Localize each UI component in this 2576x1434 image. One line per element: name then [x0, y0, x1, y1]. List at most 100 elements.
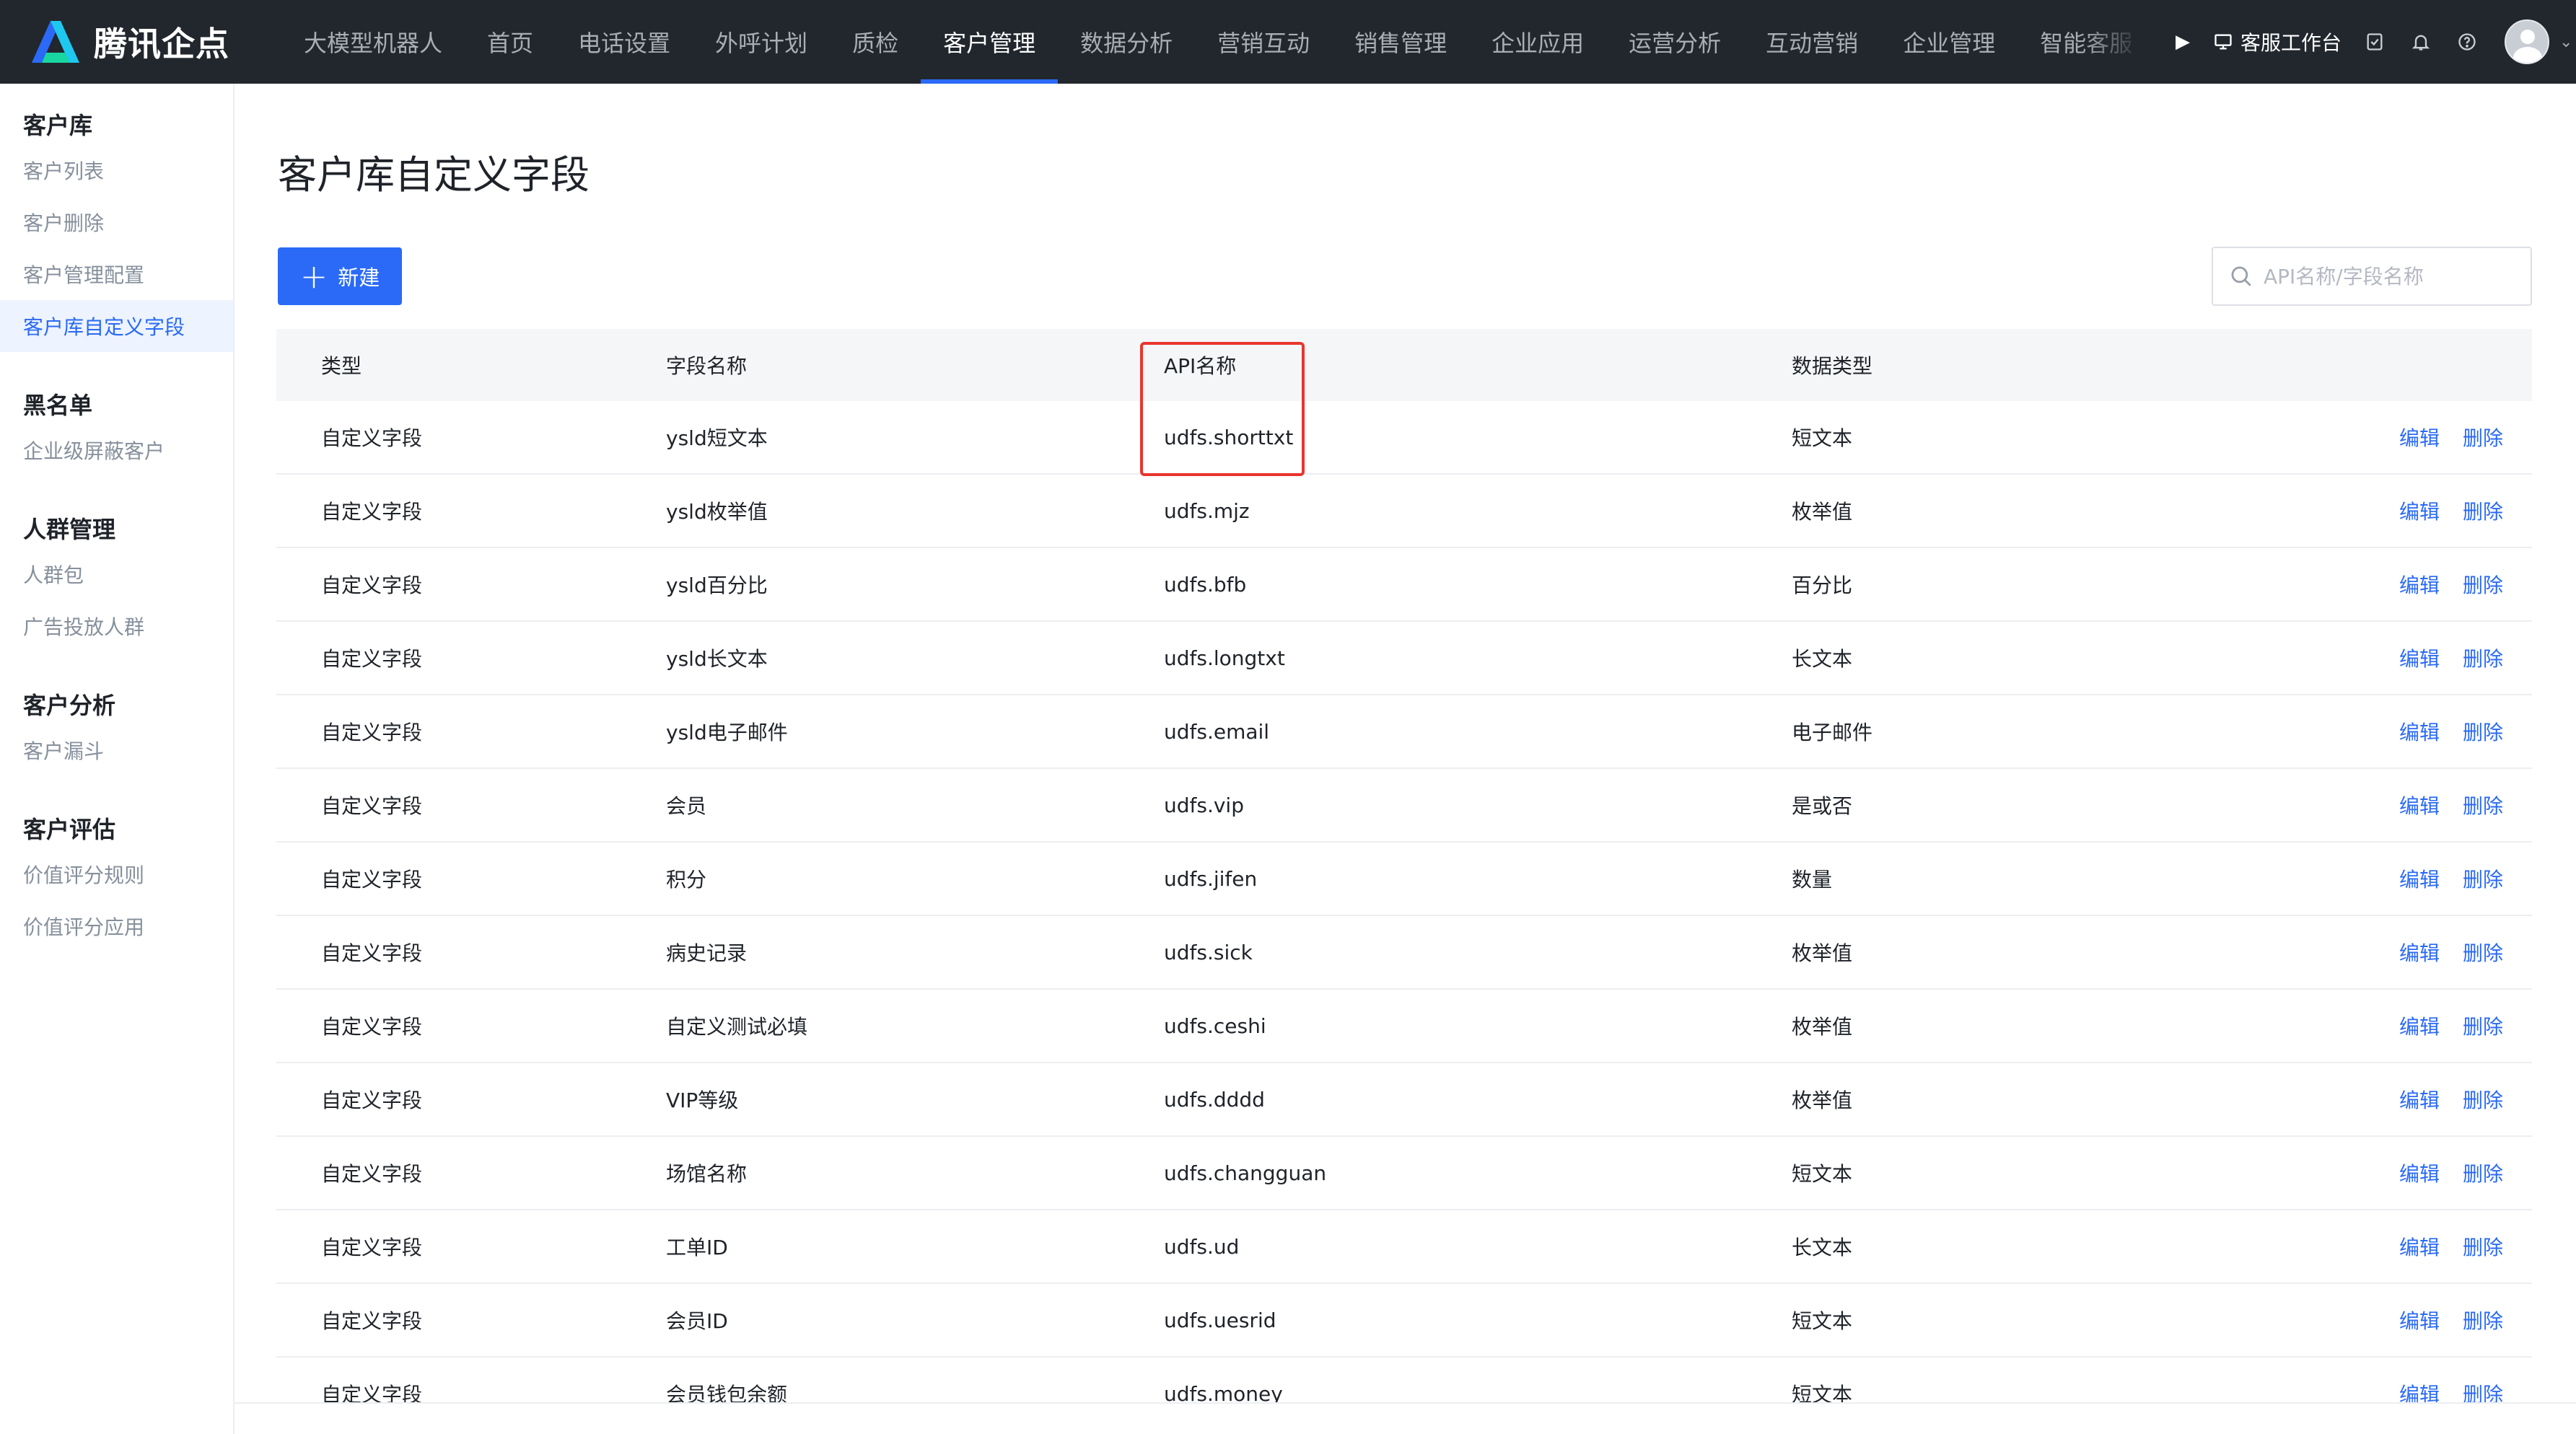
delete-link[interactable]: 删除: [2463, 1158, 2503, 1187]
edit-link[interactable]: 编辑: [2399, 791, 2440, 819]
cell-api-name: udfs.sick: [1164, 940, 1253, 964]
cell-field-name: 工单ID: [666, 1236, 728, 1259]
table-row: 自定义字段 ysld枚举值 udfs.mjz 枚举值 编辑 删除: [276, 475, 2532, 548]
cell-api-name: udfs.ceshi: [1164, 1013, 1266, 1038]
delete-link[interactable]: 删除: [2463, 1011, 2503, 1040]
nav-item-5[interactable]: 客户管理: [921, 0, 1059, 84]
brand-logo[interactable]: 腾讯企点: [0, 0, 281, 84]
row-actions: 编辑 删除: [2111, 643, 2532, 672]
workbench-link[interactable]: 客服工作台: [2213, 27, 2341, 56]
cell-field-name: 病史记录: [666, 941, 748, 965]
delete-link[interactable]: 删除: [2463, 791, 2503, 819]
plus-icon: +: [299, 257, 328, 296]
table-row: 自定义字段 ysld百分比 udfs.bfb 百分比 编辑 删除: [276, 548, 2532, 622]
delete-link[interactable]: 删除: [2463, 570, 2503, 599]
delete-link[interactable]: 删除: [2463, 864, 2503, 893]
edit-link[interactable]: 编辑: [2399, 717, 2440, 746]
sidebar-group-title-2: 人群管理: [23, 516, 116, 543]
bell-icon: [2411, 35, 2430, 50]
nav-item-2[interactable]: 电话设置: [556, 0, 693, 84]
table-row: 自定义字段 积分 udfs.jifen 数量 编辑 删除: [276, 843, 2532, 916]
cell-data-type: 短文本: [1792, 1162, 1853, 1186]
sidebar-item-4-1[interactable]: 价值评分应用: [0, 900, 233, 952]
fields-table: 类型 字段名称 API名称 数据类型 自定义字段 ysld短文本 udfs.shor…: [276, 329, 2532, 1431]
edit-link[interactable]: 编辑: [2399, 1011, 2440, 1040]
cell-data-type: 长文本: [1792, 647, 1853, 671]
nav-item-7[interactable]: 营销互动: [1195, 0, 1332, 84]
cell-field-name: 自定义测试必填: [666, 1015, 808, 1039]
nav-item-1[interactable]: 首页: [465, 0, 556, 84]
sidebar-item-2-0[interactable]: 人群包: [0, 548, 233, 600]
edit-link[interactable]: 编辑: [2399, 1306, 2440, 1334]
user-avatar[interactable]: [2505, 19, 2550, 64]
edit-link[interactable]: 编辑: [2399, 1232, 2440, 1261]
search-box[interactable]: [2212, 247, 2532, 306]
edit-link[interactable]: 编辑: [2399, 1158, 2440, 1187]
edit-link[interactable]: 编辑: [2399, 864, 2440, 893]
sidebar-item-0-2[interactable]: 客户管理配置: [0, 248, 233, 300]
sidebar-item-3-0[interactable]: 客户漏斗: [0, 724, 233, 776]
delete-link[interactable]: 删除: [2463, 643, 2503, 672]
new-field-button[interactable]: + 新建: [278, 247, 402, 305]
cell-data-type: 是或否: [1792, 794, 1853, 818]
cell-data-type: 枚举值: [1792, 941, 1853, 965]
nav-item-0[interactable]: 大模型机器人: [281, 0, 465, 84]
nav-item-11[interactable]: 互动营销: [1743, 0, 1880, 84]
task-check-button[interactable]: [2352, 0, 2398, 84]
header-field-name: 字段名称: [666, 354, 748, 378]
sidebar-item-0-3[interactable]: 客户库自定义字段: [0, 300, 233, 352]
edit-link[interactable]: 编辑: [2399, 1085, 2440, 1114]
sidebar-item-2-1[interactable]: 广告投放人群: [0, 600, 233, 652]
delete-link[interactable]: 删除: [2463, 1306, 2503, 1334]
edit-link[interactable]: 编辑: [2399, 496, 2440, 525]
help-button[interactable]: [2444, 0, 2490, 84]
delete-link[interactable]: 删除: [2463, 423, 2503, 452]
row-actions: 编辑 删除: [2111, 1232, 2532, 1261]
cell-api-name: udfs.ud: [1164, 1234, 1240, 1259]
edit-link[interactable]: 编辑: [2399, 643, 2440, 672]
notification-button[interactable]: [2398, 0, 2444, 84]
cell-data-type: 枚举值: [1792, 1088, 1853, 1112]
nav-item-10[interactable]: 运营分析: [1606, 0, 1743, 84]
cell-type: 自定义字段: [321, 941, 423, 965]
delete-link[interactable]: 删除: [2463, 717, 2503, 746]
sidebar-item-1-0[interactable]: 企业级屏蔽客户: [0, 424, 233, 476]
nav-item-3[interactable]: 外呼计划: [693, 0, 830, 84]
cell-data-type: 枚举值: [1792, 1015, 1853, 1039]
cell-api-name: udfs.uesrid: [1164, 1308, 1276, 1332]
edit-link[interactable]: 编辑: [2399, 423, 2440, 452]
sidebar-group-title-1: 黑名单: [23, 392, 93, 419]
nav-item-12[interactable]: 企业管理: [1880, 0, 2018, 84]
cell-api-name: udfs.longtxt: [1164, 646, 1285, 670]
nav-scroll-right-icon[interactable]: ▶: [2168, 0, 2197, 84]
edit-link[interactable]: 编辑: [2399, 938, 2440, 967]
nav-item-8[interactable]: 销售管理: [1332, 0, 1469, 84]
sidebar-item-0-0[interactable]: 客户列表: [0, 144, 233, 196]
edit-link[interactable]: 编辑: [2399, 570, 2440, 599]
nav-item-4[interactable]: 质检: [830, 0, 921, 84]
search-input[interactable]: [2264, 264, 2523, 289]
delete-link[interactable]: 删除: [2463, 1232, 2503, 1261]
delete-link[interactable]: 删除: [2463, 1085, 2503, 1114]
nav-item-13[interactable]: 智能客服: [2018, 0, 2155, 84]
nav-item-9[interactable]: 企业应用: [1469, 0, 1606, 84]
table-row: 自定义字段 会员 udfs.vip 是或否 编辑 删除: [276, 769, 2532, 843]
sidebar-item-4-0[interactable]: 价值评分规则: [0, 848, 233, 900]
cell-data-type: 短文本: [1792, 1309, 1853, 1333]
delete-link[interactable]: 删除: [2463, 496, 2503, 525]
cell-type: 自定义字段: [321, 1088, 423, 1112]
cell-type: 自定义字段: [321, 500, 423, 524]
table-row: 自定义字段 工单ID udfs.ud 长文本 编辑 删除: [276, 1210, 2532, 1284]
sidebar: 客户库 客户列表 客户删除 客户管理配置 客户库自定义字段 黑名单 企业级屏蔽客户 人群管理人…: [0, 84, 235, 1434]
sidebar-item-0-1[interactable]: 客户删除: [0, 196, 233, 248]
nav-item-6[interactable]: 数据分析: [1058, 0, 1195, 84]
cell-data-type: 短文本: [1792, 426, 1853, 450]
cell-data-type: 长文本: [1792, 1236, 1853, 1259]
delete-link[interactable]: 删除: [2463, 938, 2503, 967]
avatar-caret-icon[interactable]: ⌄: [2559, 33, 2572, 51]
cell-field-name: 场馆名称: [666, 1162, 748, 1186]
header-type: 类型: [321, 354, 362, 378]
help-icon: [2458, 33, 2476, 50]
cell-type: 自定义字段: [321, 794, 423, 818]
cell-field-name: VIP等级: [666, 1088, 739, 1112]
